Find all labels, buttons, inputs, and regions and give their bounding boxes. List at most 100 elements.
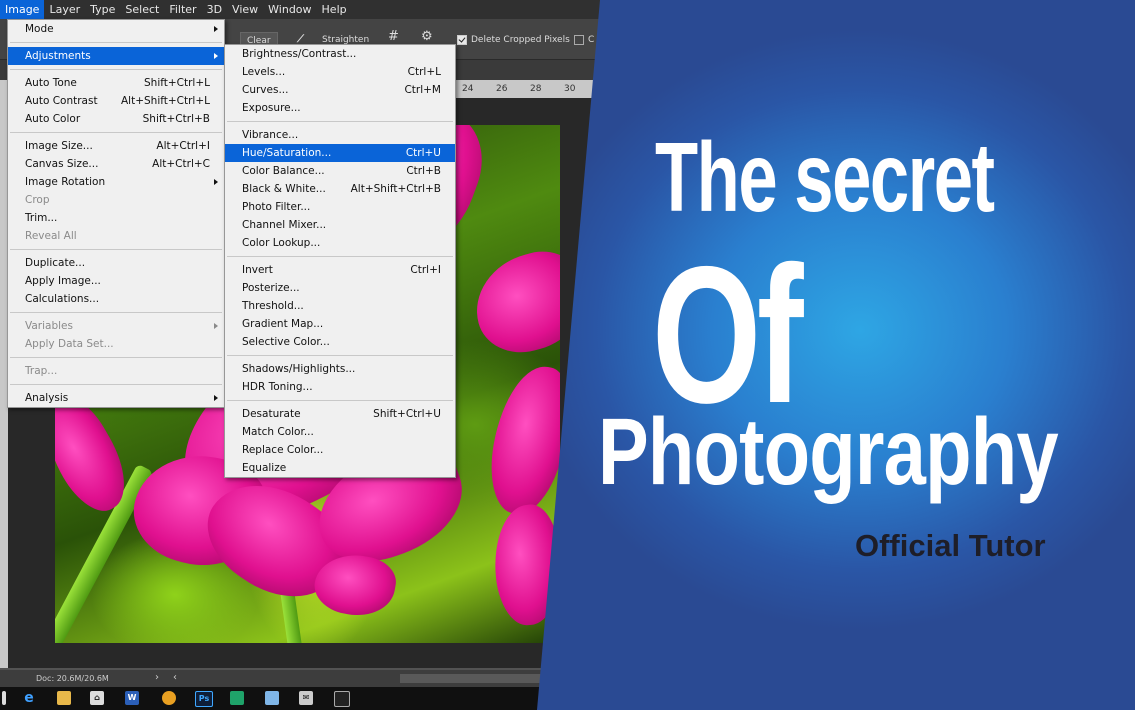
- menu-item-analysis[interactable]: Analysis: [8, 389, 224, 407]
- menu-item-gradient-map[interactable]: Gradient Map...: [225, 315, 455, 333]
- menu-item-trim[interactable]: Trim...: [8, 209, 224, 227]
- menu-item-auto-color[interactable]: Auto Color Shift+Ctrl+B: [8, 110, 224, 128]
- menu-item-mode[interactable]: Mode: [8, 20, 224, 38]
- menu-item-black-white[interactable]: Black & White... Alt+Shift+Ctrl+B: [225, 180, 455, 198]
- menu-item-label: Equalize: [242, 462, 287, 474]
- menu-item-shadows-highlights[interactable]: Shadows/Highlights...: [225, 360, 455, 378]
- menu-item-invert[interactable]: Invert Ctrl+I: [225, 261, 455, 279]
- terminal-icon[interactable]: [334, 691, 350, 707]
- menu-item-label: Calculations...: [25, 293, 100, 305]
- ruler-tick: 26: [496, 84, 508, 94]
- menu-separator: [10, 249, 222, 250]
- promo-subtitle: Official Tutor: [855, 528, 1046, 563]
- submenu-arrow-icon: [214, 26, 218, 32]
- menu-item-label: Selective Color...: [242, 336, 330, 348]
- menu-item-label: Posterize...: [242, 282, 300, 294]
- menu-select[interactable]: Select: [120, 0, 164, 19]
- content-aware-checkbox[interactable]: [574, 35, 584, 45]
- menu-item-image-size[interactable]: Image Size... Alt+Ctrl+I: [8, 137, 224, 155]
- menu-shortcut: Ctrl+L: [407, 66, 441, 78]
- start-icon[interactable]: [2, 691, 6, 705]
- menu-type[interactable]: Type: [85, 0, 120, 19]
- menu-separator: [10, 384, 222, 385]
- ruler-tick: 28: [530, 84, 542, 94]
- menu-item-reveal-all[interactable]: Reveal All: [8, 227, 224, 245]
- menu-item-variables[interactable]: Variables: [8, 317, 224, 335]
- menu-item-threshold[interactable]: Threshold...: [225, 297, 455, 315]
- menu-item-curves[interactable]: Curves... Ctrl+M: [225, 81, 455, 99]
- menu-item-label: Trim...: [25, 212, 58, 224]
- menu-separator: [10, 42, 222, 43]
- menu-item-brightness-contrast[interactable]: Brightness/Contrast...: [225, 45, 455, 63]
- menu-layer[interactable]: Layer: [44, 0, 85, 19]
- menu-item-replace-color[interactable]: Replace Color...: [225, 441, 455, 459]
- menu-item-calculations[interactable]: Calculations...: [8, 290, 224, 308]
- menu-item-label: Brightness/Contrast...: [242, 48, 357, 60]
- menu-item-selective-color[interactable]: Selective Color...: [225, 333, 455, 351]
- menu-item-label: HDR Toning...: [242, 381, 313, 393]
- menu-shortcut: Shift+Ctrl+U: [373, 408, 441, 420]
- menu-item-hue-saturation[interactable]: Hue/Saturation... Ctrl+U: [225, 144, 455, 162]
- menu-window[interactable]: Window: [263, 0, 316, 19]
- menu-item-label: Image Rotation: [25, 176, 106, 188]
- menu-shortcut: Shift+Ctrl+L: [144, 77, 210, 89]
- menu-item-levels[interactable]: Levels... Ctrl+L: [225, 63, 455, 81]
- menu-item-duplicate[interactable]: Duplicate...: [8, 254, 224, 272]
- submenu-arrow-icon: [214, 323, 218, 329]
- menu-bar: Image Layer Type Select Filter 3D View W…: [0, 0, 620, 19]
- petal: [464, 242, 560, 363]
- menu-item-label: Mode: [25, 23, 54, 35]
- file-explorer-icon[interactable]: [57, 691, 71, 705]
- promo-title-line-1: The secret: [655, 122, 995, 232]
- menu-shortcut: Shift+Ctrl+B: [142, 113, 210, 125]
- menu-separator: [227, 355, 453, 356]
- menu-item-photo-filter[interactable]: Photo Filter...: [225, 198, 455, 216]
- menu-shortcut: Ctrl+U: [405, 147, 441, 159]
- menu-item-crop[interactable]: Crop: [8, 191, 224, 209]
- menu-help[interactable]: Help: [317, 0, 352, 19]
- mail-icon[interactable]: ✉: [299, 691, 313, 705]
- menu-item-apply-image[interactable]: Apply Image...: [8, 272, 224, 290]
- menu-item-auto-contrast[interactable]: Auto Contrast Alt+Shift+Ctrl+L: [8, 92, 224, 110]
- menu-filter[interactable]: Filter: [164, 0, 201, 19]
- screenshot-stage: Image Layer Type Select Filter 3D View W…: [0, 0, 1135, 710]
- grid-overlay-icon[interactable]: #: [388, 29, 399, 45]
- menu-item-match-color[interactable]: Match Color...: [225, 423, 455, 441]
- chrome-icon[interactable]: [162, 691, 176, 705]
- menu-item-label: Apply Data Set...: [25, 338, 114, 350]
- menu-item-image-rotation[interactable]: Image Rotation: [8, 173, 224, 191]
- menu-item-color-lookup[interactable]: Color Lookup...: [225, 234, 455, 252]
- status-arrow-icon[interactable]: ›: [155, 672, 159, 683]
- edge-browser-icon[interactable]: e: [22, 691, 36, 705]
- menu-separator: [10, 312, 222, 313]
- gear-icon[interactable]: ⚙: [421, 29, 433, 45]
- menu-item-apply-data-set[interactable]: Apply Data Set...: [8, 335, 224, 353]
- menu-item-trap[interactable]: Trap...: [8, 362, 224, 380]
- menu-3d[interactable]: 3D: [202, 0, 227, 19]
- menu-shortcut: Alt+Shift+Ctrl+L: [120, 95, 210, 107]
- content-aware-label: C: [588, 35, 595, 45]
- menu-item-adjustments[interactable]: Adjustments: [8, 47, 224, 65]
- menu-item-label: Exposure...: [242, 102, 301, 114]
- menu-item-desaturate[interactable]: Desaturate Shift+Ctrl+U: [225, 405, 455, 423]
- menu-item-canvas-size[interactable]: Canvas Size... Alt+Ctrl+C: [8, 155, 224, 173]
- menu-item-exposure[interactable]: Exposure...: [225, 99, 455, 117]
- menu-item-auto-tone[interactable]: Auto Tone Shift+Ctrl+L: [8, 74, 224, 92]
- menu-item-posterize[interactable]: Posterize...: [225, 279, 455, 297]
- scroll-left-icon[interactable]: ‹: [173, 672, 177, 683]
- word-icon[interactable]: W: [125, 691, 139, 705]
- menu-item-channel-mixer[interactable]: Channel Mixer...: [225, 216, 455, 234]
- menu-item-hdr-toning[interactable]: HDR Toning...: [225, 378, 455, 396]
- menu-item-label: Curves...: [242, 84, 289, 96]
- photoshop-icon[interactable]: Ps: [195, 691, 213, 707]
- app-icon[interactable]: [230, 691, 244, 705]
- menu-item-vibrance[interactable]: Vibrance...: [225, 126, 455, 144]
- menu-item-equalize[interactable]: Equalize: [225, 459, 455, 477]
- menu-item-label: Apply Image...: [25, 275, 101, 287]
- store-icon[interactable]: ⌂: [90, 691, 104, 705]
- menu-view[interactable]: View: [227, 0, 263, 19]
- notes-icon[interactable]: [265, 691, 279, 705]
- delete-cropped-checkbox[interactable]: [457, 35, 467, 45]
- menu-item-color-balance[interactable]: Color Balance... Ctrl+B: [225, 162, 455, 180]
- menu-image[interactable]: Image: [0, 0, 45, 19]
